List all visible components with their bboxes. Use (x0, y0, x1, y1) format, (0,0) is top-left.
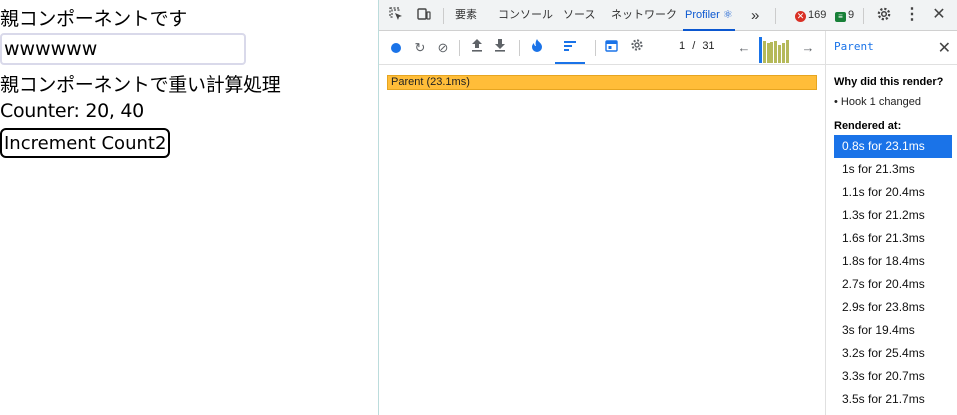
commit-bar[interactable] (770, 42, 774, 63)
devtools-panel: 要素 コンソール ソース ネットワーク Profiler ⚛ » ✕ 169 ≡ 9… (378, 0, 957, 415)
timeline-calendar-icon[interactable] (601, 38, 621, 58)
render-list-item[interactable]: 3.3s for 20.7ms (834, 365, 952, 388)
device-toolbar-icon[interactable] (415, 6, 433, 24)
why-render-heading: Why did this render? (834, 76, 944, 88)
tab-profiler[interactable]: Profiler ⚛ (683, 0, 735, 31)
text-input[interactable] (0, 33, 246, 65)
tabbar-divider (443, 8, 444, 24)
render-list-item[interactable]: 1.1s for 20.4ms (834, 181, 952, 204)
detail-panel-header: Parent ✕ (826, 31, 957, 65)
commit-bar[interactable] (778, 45, 781, 63)
more-options-icon[interactable]: ⋮ (903, 6, 921, 24)
message-count: 9 (848, 9, 855, 21)
clear-profile-icon[interactable]: ⊘ (433, 38, 453, 58)
commit-index: 1 (679, 40, 686, 52)
render-list-item[interactable]: 1.8s for 18.4ms (834, 250, 952, 273)
counter-text: Counter: 20, 40 (0, 100, 144, 122)
rendered-at-heading: Rendered at: (834, 120, 902, 132)
message-counter[interactable]: ≡ 9 (835, 0, 854, 31)
render-list-item[interactable]: 3s for 19.4ms (834, 319, 952, 342)
component-detail-panel: Parent ✕ Why did this render? • Hook 1 c… (825, 31, 957, 415)
parent-render-bar[interactable]: Parent (23.1ms) (387, 75, 817, 90)
render-list-item[interactable]: 3.5s for 21.7ms (834, 388, 952, 411)
commit-bar[interactable] (781, 43, 785, 63)
reload-profile-icon[interactable]: ↻ (410, 38, 430, 58)
close-detail-icon[interactable]: ✕ (938, 38, 951, 58)
ranked-chart-area: Parent (23.1ms) (379, 65, 825, 415)
inspect-element-icon[interactable] (387, 6, 405, 24)
devtools-tabbar: 要素 コンソール ソース ネットワーク Profiler ⚛ » ✕ 169 ≡ 9… (379, 0, 957, 31)
error-count: 169 (808, 9, 827, 21)
commit-bar[interactable] (762, 41, 766, 63)
more-tabs-icon[interactable]: » (751, 0, 759, 31)
commit-total: 31 (702, 40, 715, 52)
flamegraph-icon[interactable] (527, 38, 547, 58)
render-list-item[interactable]: 2.7s for 20.4ms (834, 273, 952, 296)
render-list-item[interactable]: 1.3s for 21.2ms (834, 204, 952, 227)
selected-component-name: Parent (834, 40, 874, 53)
error-icon: ✕ (795, 11, 806, 22)
commit-bar[interactable] (785, 40, 789, 63)
tab-sources[interactable]: ソース (563, 0, 595, 31)
commit-bar[interactable] (774, 41, 778, 63)
render-list-item[interactable]: 0.8s for 23.1ms (834, 135, 952, 158)
commit-separator: / (692, 40, 696, 52)
tabbar-divider (775, 8, 776, 24)
load-profile-icon[interactable] (467, 38, 487, 58)
app-viewport: 親コンポーネントです 親コンポーネントで重い計算処理 Counter: 20, … (0, 0, 378, 415)
tabbar-divider (863, 8, 864, 24)
profiler-settings-gear-icon[interactable] (627, 38, 647, 58)
increment-count2-button[interactable]: Increment Count2 (0, 128, 171, 158)
commit-navigation: 1 / 31 (679, 40, 715, 52)
profiler-toolbar: ↻ ⊘ 1 / 31 ← → (379, 31, 825, 65)
close-devtools-icon[interactable]: ✕ (930, 6, 948, 24)
previous-commit-arrow-icon[interactable]: ← (734, 38, 754, 58)
render-list: 0.8s for 23.1ms 1s for 21.3ms 1.1s for 2… (834, 135, 952, 411)
commit-bar[interactable] (766, 43, 770, 63)
tab-elements[interactable]: 要素 (455, 0, 477, 31)
toolbar-divider (595, 40, 596, 56)
render-list-item[interactable]: 1.6s for 21.3ms (834, 227, 952, 250)
heavy-calculation-text: 親コンポーネントで重い計算処理 (0, 74, 281, 96)
settings-gear-icon[interactable] (875, 6, 893, 24)
tab-console[interactable]: コンソール (498, 0, 553, 31)
commit-bar-chart[interactable] (759, 35, 789, 63)
why-render-reason: • Hook 1 changed (834, 96, 922, 108)
message-icon: ≡ (835, 12, 846, 22)
toolbar-divider (519, 40, 520, 56)
render-list-item[interactable]: 2.9s for 23.8ms (834, 296, 952, 319)
render-list-item[interactable]: 1s for 21.3ms (834, 158, 952, 181)
toolbar-divider (459, 40, 460, 56)
next-commit-arrow-icon[interactable]: → (798, 38, 818, 58)
render-list-item[interactable]: 3.2s for 25.4ms (834, 342, 952, 365)
ranked-tab-indicator (555, 62, 585, 64)
record-icon[interactable] (391, 43, 401, 53)
commit-bar[interactable] (759, 37, 762, 63)
tab-network[interactable]: ネットワーク (611, 0, 677, 31)
ranked-chart-icon[interactable] (560, 38, 580, 58)
error-counter[interactable]: ✕ 169 (795, 0, 826, 31)
parent-heading: 親コンポーネントです (0, 8, 188, 30)
save-profile-icon[interactable] (490, 38, 510, 58)
